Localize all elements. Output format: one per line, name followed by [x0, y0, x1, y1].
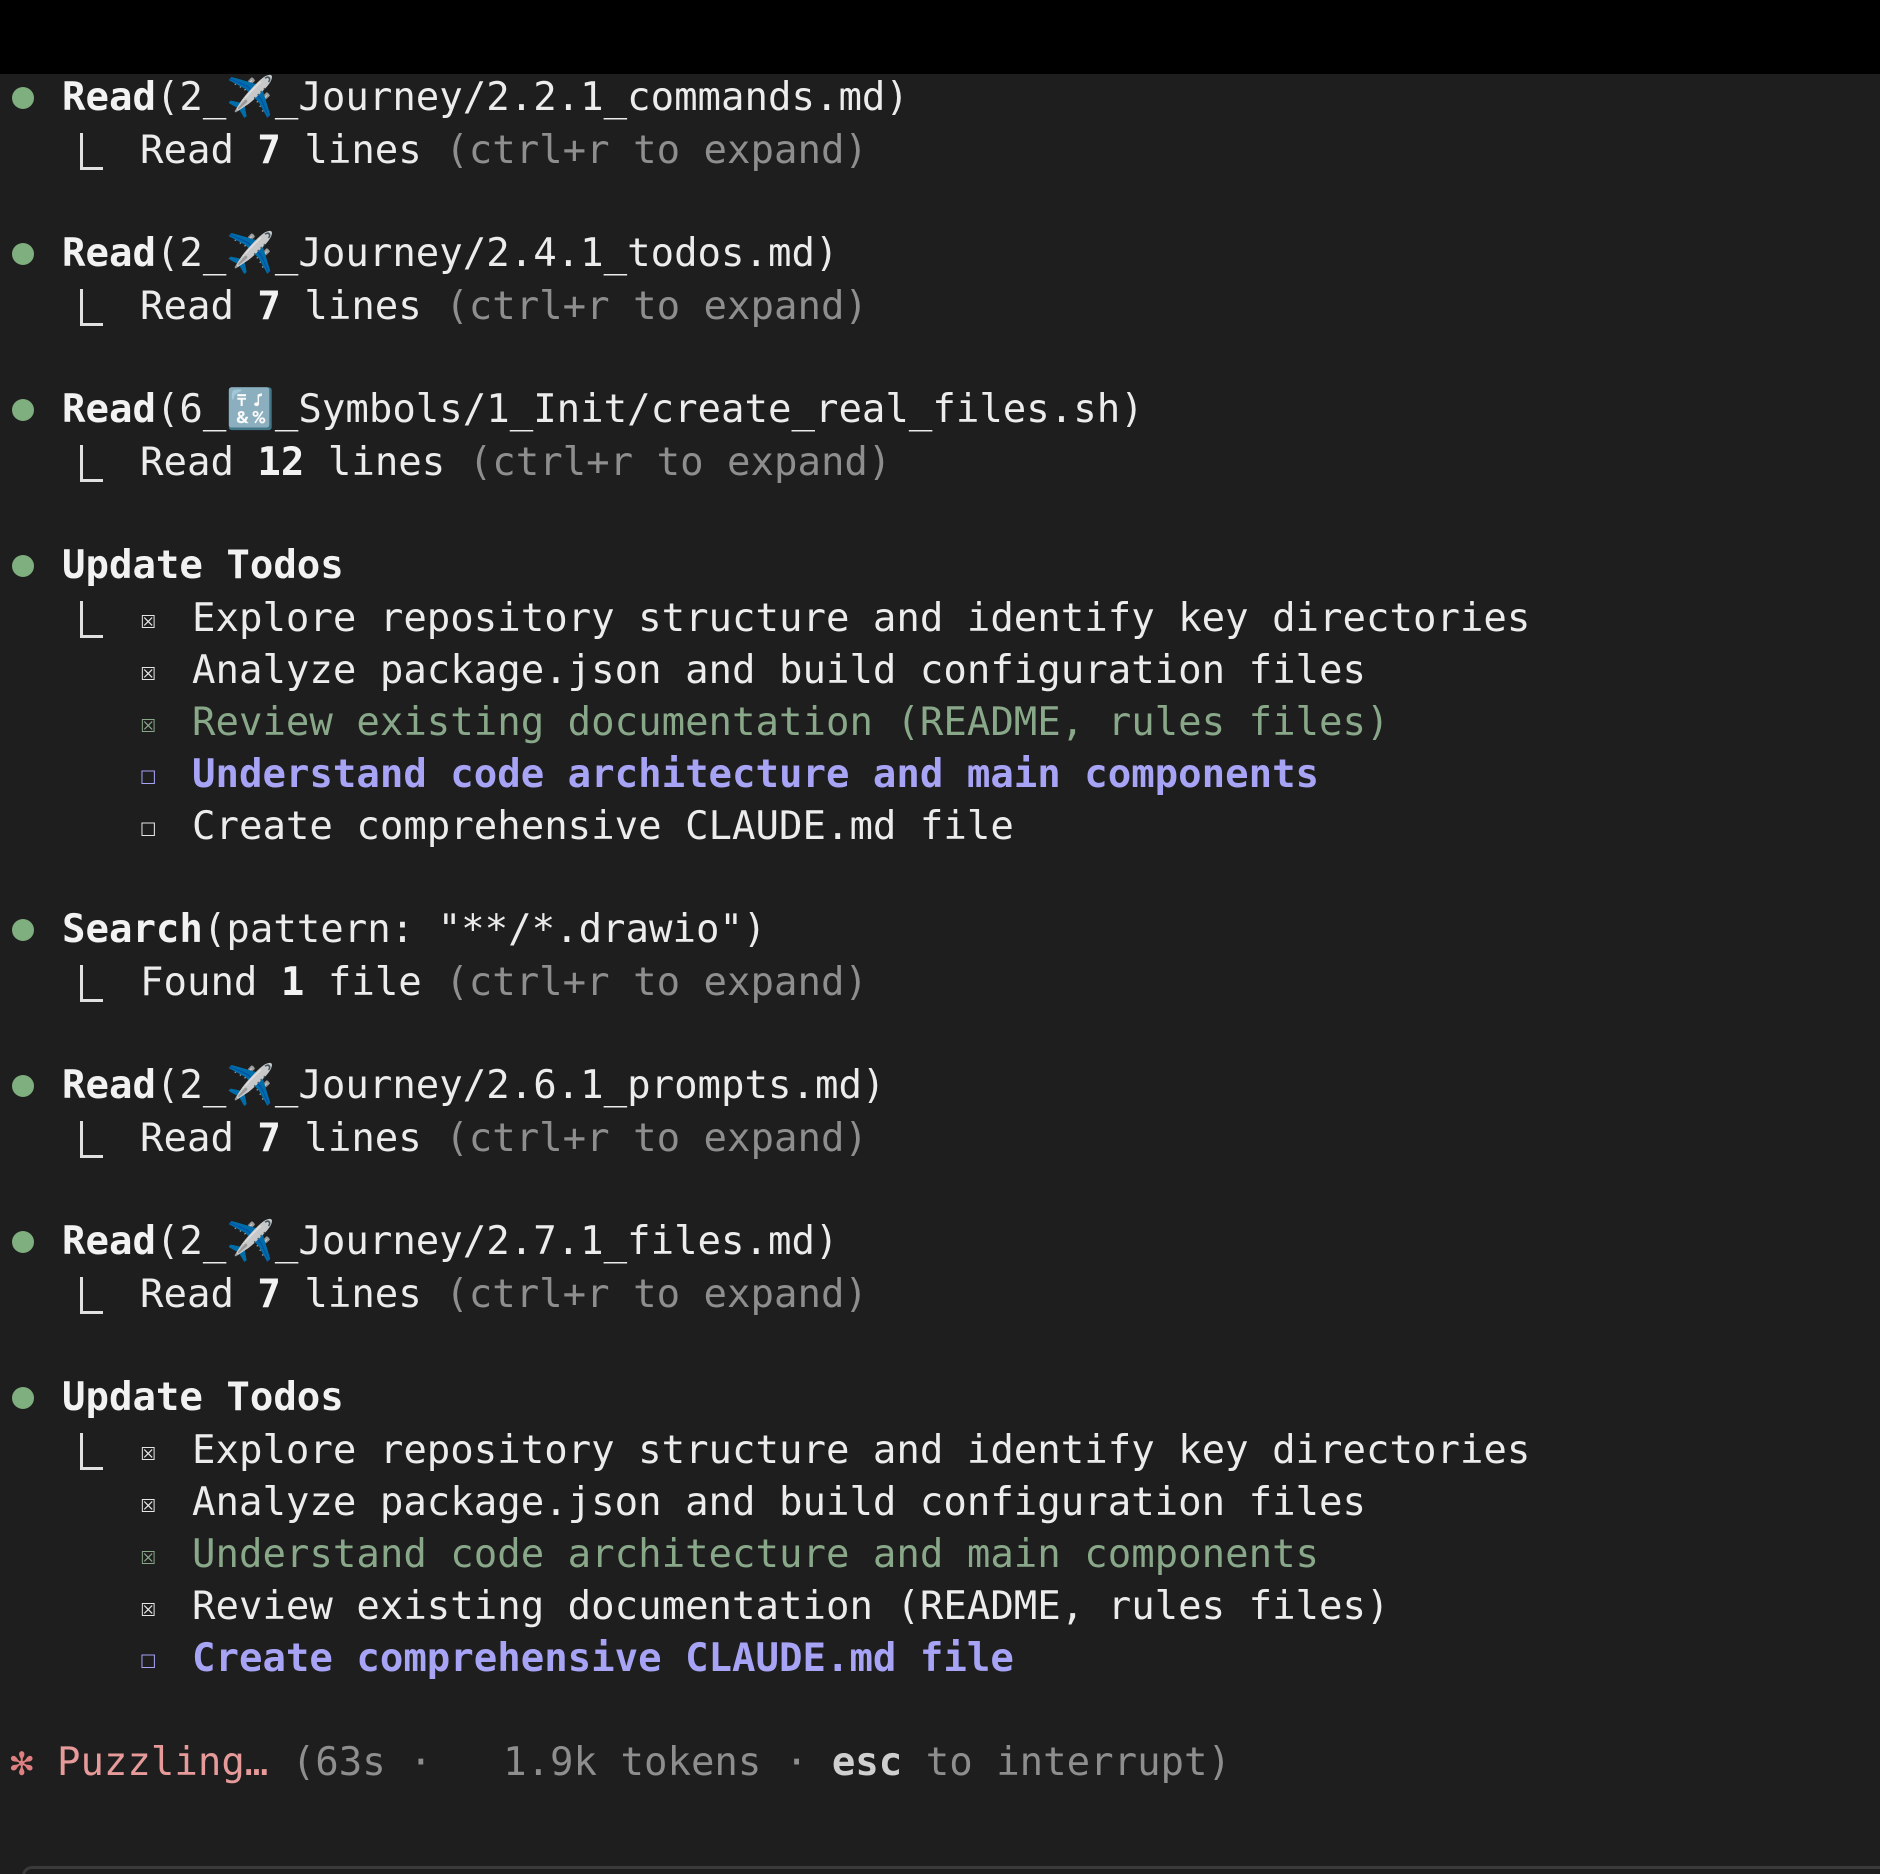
tool-call: Read(2_✈️_Journey/2.6.1_prompts.md): [62, 1060, 885, 1112]
status-tokens: 1.9k tokens ·: [456, 1740, 832, 1785]
result-suffix: file: [304, 960, 446, 1005]
result-count: 7: [257, 1272, 281, 1317]
tool-name: Read: [62, 1063, 156, 1108]
status-bullet-icon: [12, 555, 34, 577]
status-bullet-icon: [12, 1387, 34, 1409]
tool-args: (2_✈️_Journey/2.2.1_commands.md): [155, 75, 909, 120]
tree-corner-icon: [80, 133, 103, 170]
tool-args: (2_✈️_Journey/2.4.1_todos.md): [155, 231, 839, 276]
interrupt-key: esc: [831, 1740, 903, 1785]
expand-hint[interactable]: (ctrl+r to expand): [445, 1272, 868, 1317]
tree-corner-icon: [80, 1121, 103, 1158]
expand-hint[interactable]: (ctrl+r to expand): [445, 960, 868, 1005]
checkbox-checked-icon: ☒: [140, 1436, 157, 1467]
tool-call: Read(2_✈️_Journey/2.2.1_commands.md): [62, 72, 909, 124]
todo-item: Explore repository structure and identif…: [192, 1428, 1531, 1473]
result-prefix: Found: [140, 960, 281, 1005]
expand-hint[interactable]: (ctrl+r to expand): [445, 1116, 868, 1161]
todo-item: Create comprehensive CLAUDE.md file: [192, 804, 1014, 849]
status-bullet-icon: [12, 243, 34, 265]
result-count: 7: [257, 284, 281, 329]
tool-args: (pattern: "**/*.drawio"): [202, 907, 767, 952]
tool-args: (2_✈️_Journey/2.7.1_files.md): [155, 1219, 839, 1264]
status-bullet-icon: [12, 87, 34, 109]
tree-corner-icon: [80, 445, 103, 482]
checkbox-checked-icon: ☒: [140, 656, 157, 687]
input-box-border: [22, 1866, 1880, 1874]
status-bullet-icon: [12, 919, 34, 941]
result-prefix: Read: [140, 284, 258, 329]
result-prefix: Read: [140, 1272, 258, 1317]
tree-corner-icon: [80, 1277, 103, 1314]
result-suffix: lines: [280, 284, 446, 329]
todo-item: Review existing documentation (README, r…: [192, 1584, 1390, 1629]
expand-hint[interactable]: (ctrl+r to expand): [445, 128, 868, 173]
interrupt-hint: to interrupt): [902, 1740, 1232, 1785]
tree-corner-icon: [80, 965, 103, 1002]
todo-item: Understand code architecture and main co…: [192, 752, 1320, 797]
checkbox-checked-icon: ☒: [140, 1540, 157, 1571]
spinner-icon: ✻: [10, 1740, 34, 1785]
expand-hint[interactable]: (ctrl+r to expand): [445, 284, 868, 329]
working-status: ✻ Puzzling… (63s · 1.9k tokens · esc to …: [10, 1737, 1231, 1789]
checkbox-empty-icon: ☐: [140, 1644, 157, 1675]
status-bullet-icon: [12, 1075, 34, 1097]
terminal-title-bar: [0, 0, 1880, 74]
tree-corner-icon: [80, 289, 103, 326]
todo-item: Analyze package.json and build configura…: [192, 648, 1366, 693]
checkbox-empty-icon: ☐: [140, 812, 157, 843]
todo-item: Explore repository structure and identif…: [192, 596, 1531, 641]
checkbox-checked-icon: ☒: [140, 708, 157, 739]
tree-corner-icon: [80, 601, 103, 638]
todo-title: Update Todos: [62, 1375, 344, 1420]
result-count: 7: [257, 1116, 281, 1161]
result-prefix: Read: [140, 440, 258, 485]
result-suffix: lines: [304, 440, 469, 485]
todo-item: Understand code architecture and main co…: [192, 1532, 1320, 1577]
todo-item: Create comprehensive CLAUDE.md file: [192, 1636, 1014, 1681]
tool-name: Read: [62, 1219, 156, 1264]
status-elapsed: (63s ·: [268, 1740, 457, 1785]
result-prefix: Read: [140, 1116, 258, 1161]
tool-call: Read(2_✈️_Journey/2.4.1_todos.md): [62, 228, 838, 280]
result-count: 12: [257, 440, 305, 485]
todo-title: Update Todos: [62, 543, 344, 588]
checkbox-checked-icon: ☒: [140, 1592, 157, 1623]
tool-result: Read 12 lines (ctrl+r to expand): [140, 437, 891, 489]
tool-call: Search(pattern: "**/*.drawio"): [62, 904, 766, 956]
tool-args: (2_✈️_Journey/2.6.1_prompts.md): [155, 1063, 886, 1108]
tree-corner-icon: [80, 1433, 103, 1470]
checkbox-checked-icon: ☒: [140, 604, 157, 635]
checkbox-checked-icon: ☒: [140, 1488, 157, 1519]
result-suffix: lines: [280, 1116, 446, 1161]
result-count: 7: [257, 128, 281, 173]
tool-call: Read(6_🔣_Symbols/1_Init/create_real_file…: [62, 384, 1144, 436]
status-verb: Puzzling…: [56, 1740, 269, 1785]
checkbox-empty-icon: ☐: [140, 760, 157, 791]
tool-name: Read: [62, 387, 156, 432]
tool-result: Read 7 lines (ctrl+r to expand): [140, 1113, 868, 1165]
tool-call: Read(2_✈️_Journey/2.7.1_files.md): [62, 1216, 838, 1268]
status-bullet-icon: [12, 1231, 34, 1253]
tool-name: Read: [62, 231, 156, 276]
todo-item: Review existing documentation (README, r…: [192, 700, 1390, 745]
expand-hint[interactable]: (ctrl+r to expand): [469, 440, 892, 485]
tool-result: Found 1 file (ctrl+r to expand): [140, 957, 868, 1009]
result-suffix: lines: [280, 128, 446, 173]
status-bullet-icon: [12, 399, 34, 421]
tool-name: Search: [62, 907, 203, 952]
tool-args: (6_🔣_Symbols/1_Init/create_real_files.sh…: [155, 387, 1144, 432]
tool-result: Read 7 lines (ctrl+r to expand): [140, 1269, 868, 1321]
result-suffix: lines: [280, 1272, 446, 1317]
tool-result: Read 7 lines (ctrl+r to expand): [140, 125, 868, 177]
tool-name: Read: [62, 75, 156, 120]
tool-result: Read 7 lines (ctrl+r to expand): [140, 281, 868, 333]
todo-item: Analyze package.json and build configura…: [192, 1480, 1366, 1525]
result-prefix: Read: [140, 128, 258, 173]
result-count: 1: [280, 960, 305, 1005]
